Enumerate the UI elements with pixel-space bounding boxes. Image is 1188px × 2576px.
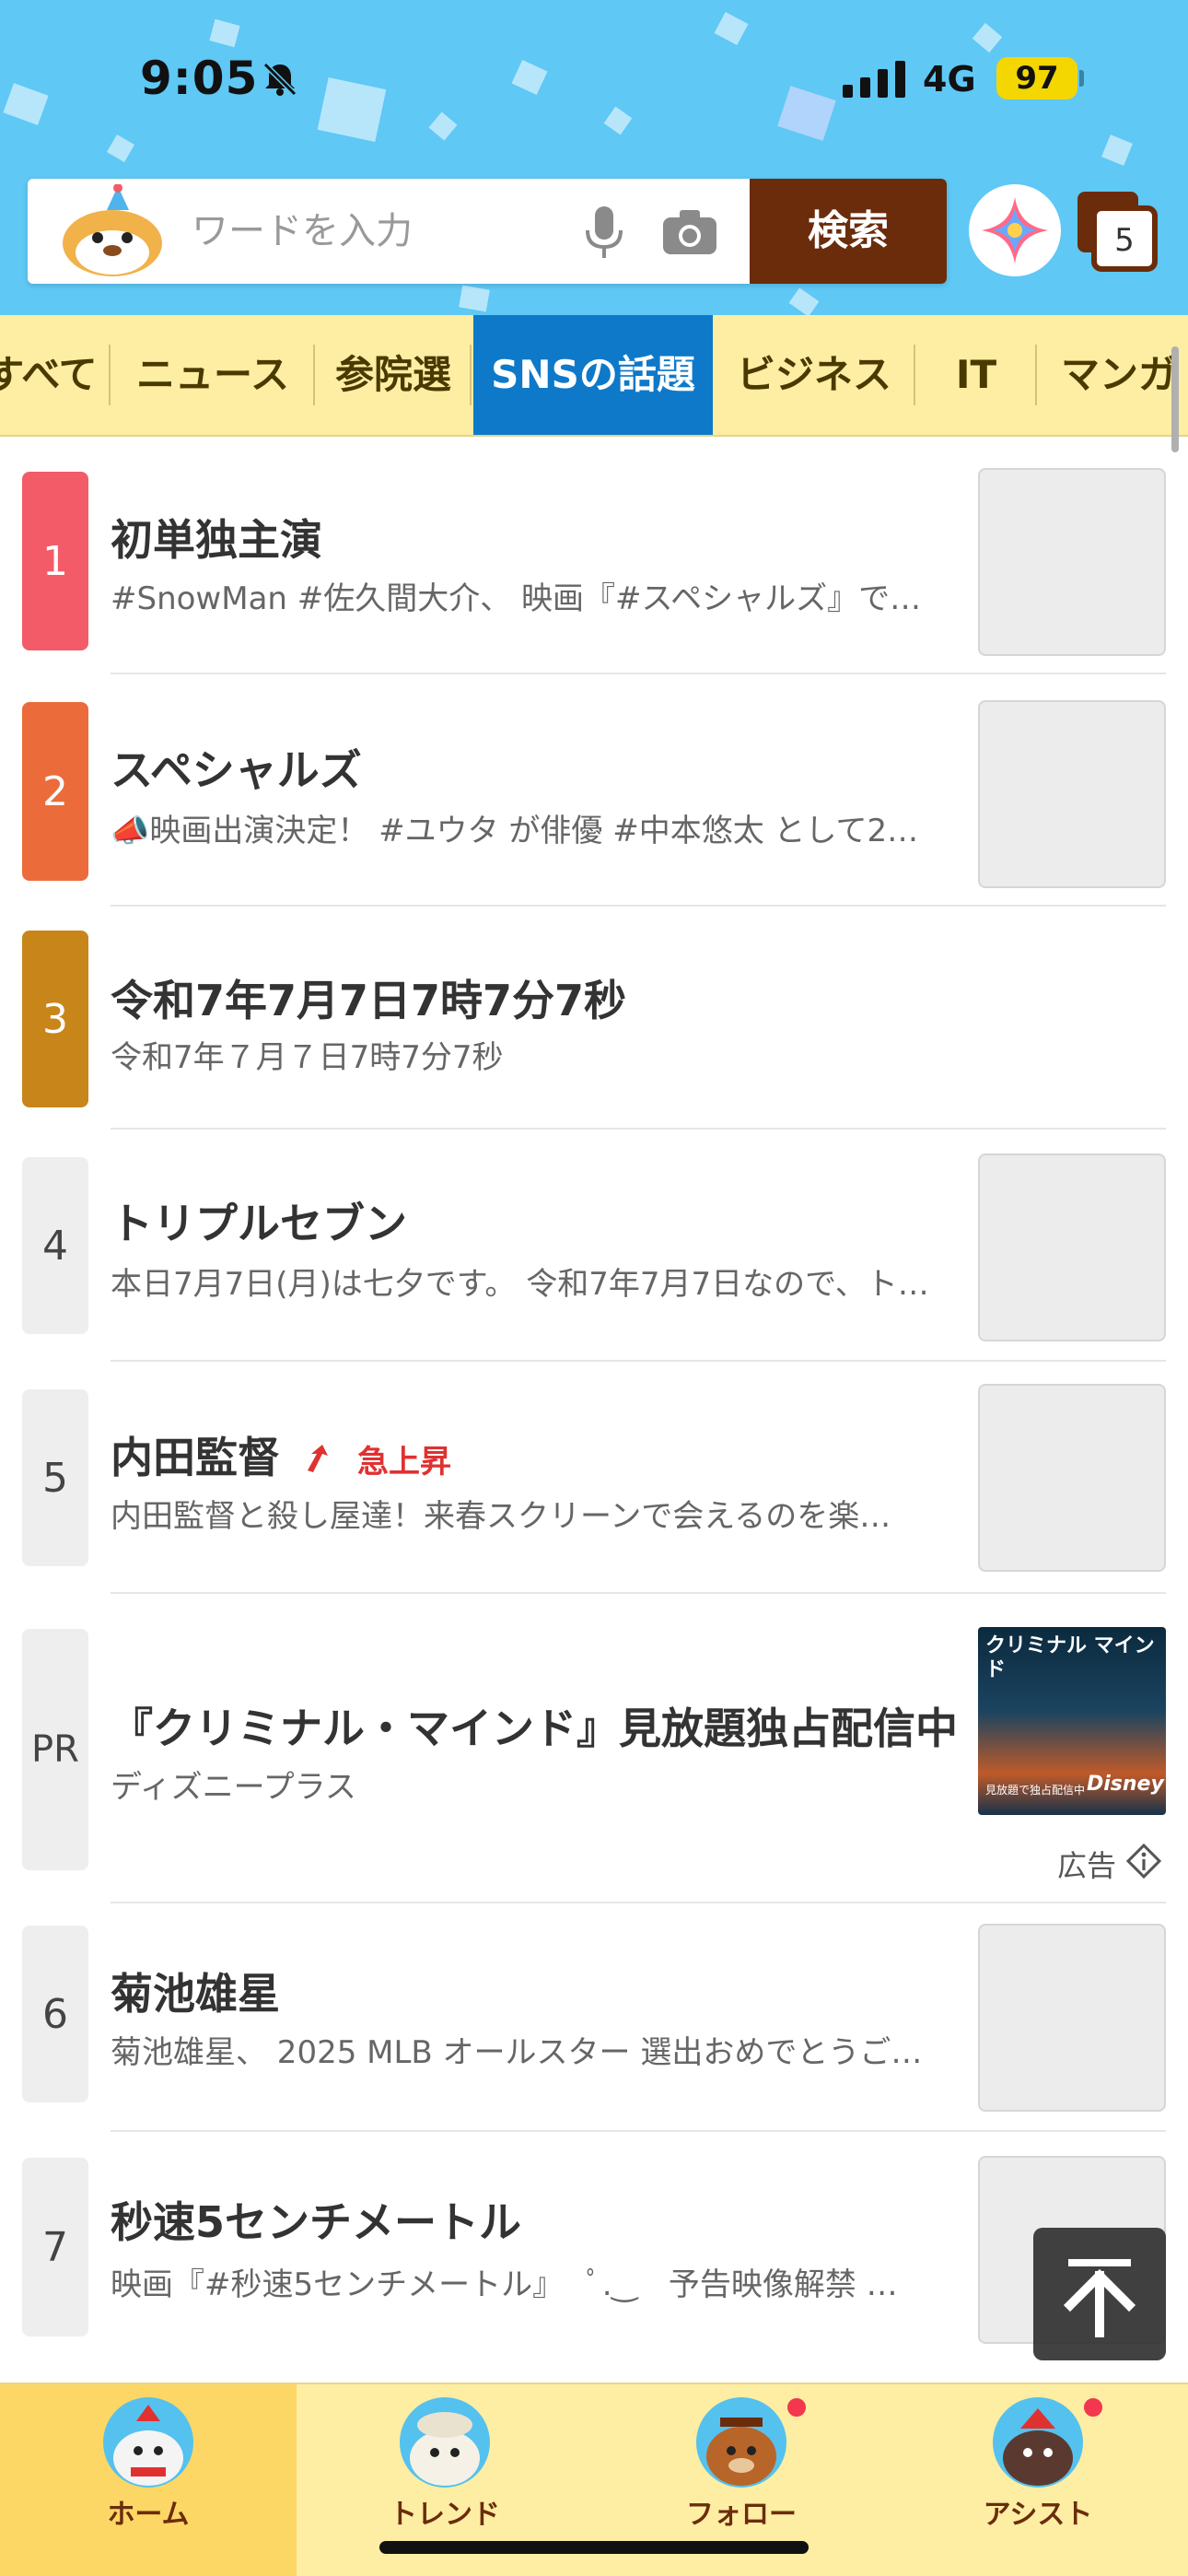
bell-slash-icon: [262, 62, 297, 97]
trend-title: 秒速5センチメートル: [111, 2197, 522, 2247]
trend-item[interactable]: 1 初単独主演 #SnowMan #佐久間大介、 映画『#スペシャルズ』で…: [0, 468, 1188, 674]
trend-item[interactable]: 7 秒速5センチメートル 映画『#秒速5センチメートル』 ﾟ.‿ 予告映像解禁 …: [0, 2156, 1188, 2362]
trend-title: 内田監督: [111, 1433, 280, 1482]
trend-description: 本日7月7日(月)は七夕です。 令和7年7月7日なので、ト…: [111, 1266, 929, 1303]
trend-item[interactable]: 4 トリプルセブン 本日7月7日(月)は七夕です。 令和7年7月7日なので、ト…: [0, 1153, 1188, 1362]
header: 9:05 4G 97 ワードを入力 検索 5: [0, 0, 1188, 315]
search-input[interactable]: [192, 199, 578, 263]
ad-image-brand: Disney+: [1087, 1773, 1166, 1796]
ad-title: 『クリミナル・マインド』見放題独占配信中: [111, 1704, 958, 1753]
pr-badge: PR: [22, 1629, 88, 1870]
tab-manga[interactable]: マンガ: [1037, 315, 1188, 435]
rank-badge: 5: [22, 1389, 88, 1566]
trend-item[interactable]: 2 スペシャルズ 📣映画出演決定！ #ユウタ が俳優 #中本悠太 として2…: [0, 700, 1188, 907]
tab-sns-topics[interactable]: SNSの話題: [473, 315, 713, 435]
scrollbar[interactable]: [1171, 346, 1179, 452]
nav-trend-avatar: [400, 2397, 490, 2488]
ai-assistant-icon[interactable]: [969, 184, 1061, 276]
trend-title: スペシャルズ: [111, 745, 362, 795]
category-tabs: すべて ニュース 参院選 SNSの話題 ビジネス IT マンガ: [0, 315, 1188, 437]
nav-trend-label: トレンド: [390, 2499, 500, 2531]
divider: [111, 905, 1166, 907]
mic-icon[interactable]: [577, 203, 632, 262]
rank-badge: 2: [22, 702, 88, 881]
ad-image-title: クリミナル マインド: [985, 1634, 1155, 1681]
nav-follow-label: フォロー: [686, 2499, 797, 2531]
rank-badge: 6: [22, 1926, 88, 2102]
nav-home-avatar: [103, 2397, 193, 2488]
back-to-top-button[interactable]: [1033, 2228, 1166, 2360]
trend-item[interactable]: 6 菊池雄星 菊池雄星、 2025 MLB オールスター 選出おめでとうご…: [0, 1924, 1188, 2132]
ad-label: 広告: [1057, 1848, 1117, 1883]
tab-all[interactable]: すべて: [0, 315, 111, 435]
trend-description: #SnowMan #佐久間大介、 映画『#スペシャルズ』で…: [111, 580, 922, 617]
network-type: 4G: [923, 59, 976, 100]
nav-assist-avatar: [993, 2397, 1083, 2488]
divider: [111, 1592, 1166, 1594]
arrow-up-icon: [1063, 2259, 1136, 2337]
divider: [111, 673, 1166, 674]
status-time: 9:05: [140, 52, 259, 105]
divider: [111, 1360, 1166, 1362]
trend-thumbnail: [978, 468, 1166, 656]
trend-description: 令和7年７月７日7時7分7秒: [111, 1039, 504, 1076]
search-button[interactable]: 検索: [750, 179, 947, 284]
nav-assist-label: アシスト: [983, 2499, 1093, 2531]
rank-badge: 1: [22, 472, 88, 650]
rank-badge: 4: [22, 1157, 88, 1334]
trend-title: 菊池雄星: [111, 1969, 280, 2019]
rank-badge: 3: [22, 931, 88, 1107]
rank-badge: 7: [22, 2158, 88, 2336]
tab-count: 5: [1114, 222, 1135, 259]
trend-thumbnail: [978, 1384, 1166, 1572]
signal-icon: [843, 61, 905, 98]
tab-it[interactable]: IT: [915, 315, 1037, 435]
trend-item[interactable]: 3 令和7年7月7日7時7分7秒 令和7年７月７日7時7分7秒: [0, 931, 1188, 1130]
trend-description: 内田監督と殺し屋達！来春スクリーンで会えるのを楽…: [111, 1498, 891, 1535]
notification-dot: [1081, 2395, 1105, 2419]
confetti: [788, 287, 820, 315]
trend-title: トリプルセブン: [111, 1199, 407, 1248]
status-bar: 9:05 4G 97: [0, 0, 1188, 161]
nav-home[interactable]: ホーム: [0, 2384, 297, 2576]
trend-thumbnail: [978, 1924, 1166, 2112]
home-indicator: [379, 2541, 809, 2554]
rising-badge: 急上昇: [357, 1444, 452, 1481]
nav-follow-avatar: [696, 2397, 786, 2488]
divider: [111, 2130, 1166, 2132]
ad-image[interactable]: クリミナル マインド 見放題で独占配信中 Disney+: [978, 1627, 1166, 1815]
nav-assist[interactable]: アシスト: [890, 2384, 1186, 2576]
battery-tip: [1079, 70, 1084, 87]
nav-home-label: ホーム: [107, 2499, 190, 2531]
battery-indicator: 97: [996, 57, 1077, 100]
trend-description: 映画『#秒速5センチメートル』 ﾟ.‿ 予告映像解禁 …: [111, 2266, 898, 2303]
tab-news[interactable]: ニュース: [111, 315, 315, 435]
tab-business[interactable]: ビジネス: [713, 315, 915, 435]
notification-dot: [785, 2395, 809, 2419]
trend-title: 令和7年7月7日7時7分7秒: [111, 976, 627, 1025]
divider: [111, 1128, 1166, 1130]
trend-thumbnail: [978, 1153, 1166, 1341]
search-bar: 検索: [28, 179, 947, 284]
ad-info-icon[interactable]: [1125, 1843, 1162, 1879]
trend-title: 初単独主演: [111, 515, 322, 565]
trend-description: 菊池雄星、 2025 MLB オールスター 選出おめでとうご…: [111, 2034, 923, 2071]
trend-item[interactable]: 5 内田監督 急上昇 内田監督と殺し屋達！来春スクリーンで会えるのを楽…: [0, 1384, 1188, 1594]
trend-thumbnail: [978, 700, 1166, 888]
trend-up-icon: [308, 1445, 329, 1472]
mascot-icon: [63, 184, 162, 276]
ad-sponsor: ディズニープラス: [111, 1769, 356, 1806]
trend-title-wrap: 内田監督 急上昇: [111, 1424, 451, 1485]
tab-election[interactable]: 参院選: [315, 315, 472, 435]
trend-description: 📣映画出演決定！ #ユウタ が俳優 #中本悠太 として2…: [111, 813, 919, 849]
divider: [111, 1902, 1166, 1903]
confetti: [459, 285, 490, 312]
camera-icon[interactable]: [659, 206, 720, 258]
ad-image-caption: 見放題で独占配信中: [985, 1784, 1086, 1797]
tabs-icon[interactable]: 5: [1076, 190, 1159, 273]
